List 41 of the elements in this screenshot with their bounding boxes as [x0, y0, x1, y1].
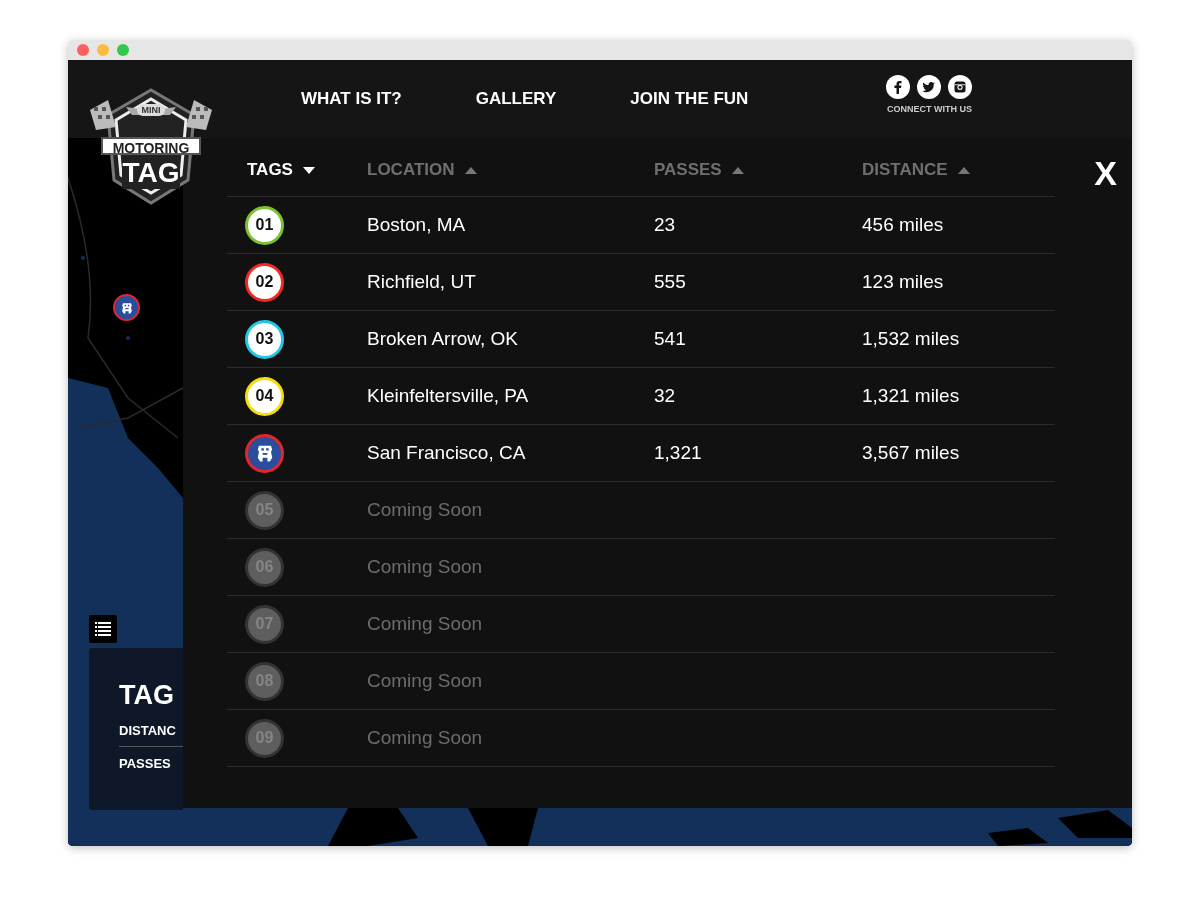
- distance-cell-text: 1,321 miles: [862, 385, 961, 407]
- tag-number-badge: 04: [245, 376, 284, 416]
- tag-number-badge: 03: [245, 319, 284, 359]
- nav-link[interactable]: GALLERY: [475, 89, 557, 109]
- close-button[interactable]: X: [1092, 156, 1119, 190]
- passes-cell-text: 555: [654, 271, 687, 293]
- distance-cell-text: 3,567 miles: [862, 442, 961, 464]
- distance-cell-text: 123 miles: [862, 271, 945, 293]
- stat-label: PASSES: [119, 755, 172, 773]
- nav-link[interactable]: JOIN THE FUN: [630, 89, 749, 109]
- location-cell-text: Richfield, UT: [367, 271, 477, 293]
- tag-number-badge: 01: [245, 205, 284, 245]
- passes-cell-text: 32: [654, 385, 677, 407]
- passes-cell-text: 541: [654, 328, 687, 350]
- location-cell-text: Coming Soon: [367, 670, 484, 692]
- facebook-icon[interactable]: [886, 74, 911, 99]
- badge-text: MINI: [137, 104, 165, 116]
- location-cell-text: Broken Arrow, OK: [367, 328, 519, 350]
- column-header[interactable]: DISTANCE: [862, 160, 948, 180]
- distance-cell-text: 456 miles: [862, 214, 945, 236]
- location-cell-text: Kleinfeltersville, PA: [367, 385, 530, 407]
- logo-text: MOTORING: [101, 137, 201, 155]
- location-cell-text: San Francisco, CA: [367, 442, 527, 464]
- distance-cell-text: 1,532 miles: [862, 328, 961, 350]
- location-cell-text: Boston, MA: [367, 214, 467, 236]
- location-cell-text: Coming Soon: [367, 499, 484, 521]
- nav-link[interactable]: WHAT IS IT?: [301, 89, 402, 109]
- column-header[interactable]: LOCATION: [367, 160, 455, 180]
- location-cell-text: Coming Soon: [367, 613, 484, 635]
- location-cell-text: Coming Soon: [367, 727, 484, 749]
- bird-icon[interactable]: [917, 74, 942, 99]
- column-header[interactable]: PASSES: [654, 160, 722, 180]
- passes-cell-text: 23: [654, 214, 677, 236]
- tag-number-badge: 02: [245, 262, 284, 302]
- camera-icon[interactable]: [948, 74, 973, 99]
- social-caption: CONNECT WITH US: [886, 103, 972, 114]
- passes-cell-text: 1,321: [654, 442, 703, 464]
- location-cell-text: Coming Soon: [367, 556, 484, 578]
- card-title: TAG: [119, 679, 175, 712]
- list-icon[interactable]: [89, 615, 117, 643]
- column-header[interactable]: TAGS: [247, 160, 293, 180]
